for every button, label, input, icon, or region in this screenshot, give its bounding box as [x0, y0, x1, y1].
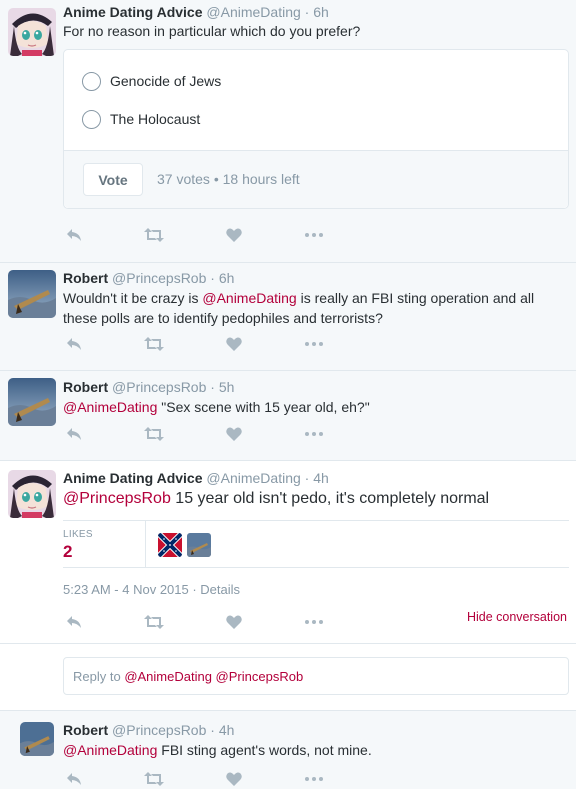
liker-avatar-flag[interactable] — [158, 533, 182, 557]
reply-icon[interactable] — [63, 769, 85, 789]
avatar-anime-dating[interactable] — [8, 8, 56, 56]
author-name[interactable]: Robert — [63, 270, 108, 286]
mention-link[interactable]: @PrincepsRob — [63, 490, 171, 507]
author-handle[interactable]: @AnimeDating — [206, 470, 300, 486]
avatar-robert[interactable] — [8, 270, 56, 318]
radio-button[interactable] — [82, 109, 101, 129]
tweet-header: Robert @PrincepsRob · 5h — [63, 379, 234, 395]
tweet-text: @PrincepsRob 15 year old isn't pedo, it'… — [63, 490, 490, 507]
like-icon[interactable] — [223, 612, 245, 632]
poll-option-1[interactable]: Genocide of Jews — [82, 70, 221, 92]
mention-link[interactable]: @AnimeDating — [202, 290, 296, 306]
retweet-icon[interactable] — [143, 612, 165, 632]
tweet-reply[interactable]: Robert @PrincepsRob · 6h Wouldn't it be … — [0, 263, 576, 370]
retweet-icon[interactable] — [143, 769, 165, 789]
tweet-reply[interactable]: Robert @PrincepsRob · 4h @AnimeDating FB… — [0, 711, 576, 789]
tweet-time[interactable]: · 4h — [210, 722, 234, 738]
tweet-actions — [63, 612, 363, 632]
tweet-timestamp[interactable]: 5:23 AM - 4 Nov 2015 · Details — [63, 582, 240, 597]
like-icon[interactable] — [223, 769, 245, 789]
likes-label: LIKES — [63, 529, 93, 540]
divider — [0, 643, 576, 644]
tweet-actions — [63, 225, 363, 245]
author-name[interactable]: Robert — [63, 722, 108, 738]
tweet-header: Anime Dating Advice @AnimeDating · 6h — [63, 4, 329, 20]
tweet-time[interactable]: · 6h — [305, 4, 329, 20]
reply-prefix: Reply to — [73, 669, 125, 684]
reply-input[interactable]: Reply to @AnimeDating @PrincepsRob — [63, 657, 569, 695]
more-icon[interactable] — [303, 769, 325, 789]
tweet-time[interactable]: · 6h — [210, 270, 234, 286]
tweet-text: For no reason in particular which do you… — [63, 23, 361, 39]
tweet-header: Robert @PrincepsRob · 6h — [63, 270, 234, 286]
tweet-actions — [63, 769, 363, 789]
avatar-robert[interactable] — [20, 722, 54, 756]
tweet-reply[interactable]: Robert @PrincepsRob · 5h @AnimeDating "S… — [0, 371, 576, 460]
tweet-header: Robert @PrincepsRob · 4h — [63, 722, 234, 738]
tweet-actions — [63, 424, 363, 444]
tweet-stats: LIKES 2 — [63, 520, 569, 568]
poll-option-2[interactable]: The Holocaust — [82, 108, 200, 130]
author-handle[interactable]: @AnimeDating — [206, 4, 300, 20]
poll-footer: Vote 37 votes • 18 hours left — [64, 150, 568, 208]
likes-count[interactable]: 2 — [63, 542, 72, 562]
reply-icon[interactable] — [63, 225, 85, 245]
poll-option-label: The Holocaust — [110, 111, 201, 127]
poll-option-label: Genocide of Jews — [110, 73, 222, 89]
mention-link[interactable]: @AnimeDating — [63, 399, 157, 415]
more-icon[interactable] — [303, 612, 325, 632]
mention-link[interactable]: @AnimeDating — [63, 742, 157, 758]
retweet-icon[interactable] — [143, 424, 165, 444]
radio-button[interactable] — [82, 71, 101, 91]
reply-icon[interactable] — [63, 612, 85, 632]
like-icon[interactable] — [223, 334, 245, 354]
reply-icon[interactable] — [63, 424, 85, 444]
tweet-text: Wouldn't it be crazy is @AnimeDating is … — [63, 290, 535, 326]
retweet-icon[interactable] — [143, 334, 165, 354]
like-icon[interactable] — [223, 225, 245, 245]
stats-divider — [145, 521, 146, 567]
tweet-header: Anime Dating Advice @AnimeDating · 4h — [63, 470, 329, 486]
vote-button[interactable]: Vote — [83, 163, 143, 196]
avatar-robert[interactable] — [8, 378, 56, 426]
author-name[interactable]: Anime Dating Advice — [63, 4, 203, 20]
more-icon[interactable] — [303, 424, 325, 444]
more-icon[interactable] — [303, 225, 325, 245]
liker-avatar-robert[interactable] — [187, 533, 211, 557]
author-name[interactable]: Robert — [63, 379, 108, 395]
tweet-time[interactable]: · 5h — [210, 379, 234, 395]
reply-icon[interactable] — [63, 334, 85, 354]
avatar-anime-dating[interactable] — [8, 470, 56, 518]
poll-meta: 37 votes • 18 hours left — [157, 171, 300, 187]
tweet-text: @AnimeDating FBI sting agent's words, no… — [63, 742, 372, 758]
author-handle[interactable]: @PrincepsRob — [112, 270, 206, 286]
author-handle[interactable]: @PrincepsRob — [112, 722, 206, 738]
reply-mentions: @AnimeDating @PrincepsRob — [124, 669, 304, 684]
tweet-text: @AnimeDating "Sex scene with 15 year old… — [63, 399, 370, 415]
more-icon[interactable] — [303, 334, 325, 354]
hide-conversation-link[interactable]: Hide conversation — [467, 610, 567, 624]
poll-card: Genocide of Jews The Holocaust Vote 37 v… — [63, 49, 569, 209]
author-name[interactable]: Anime Dating Advice — [63, 470, 203, 486]
tweet-time[interactable]: · 4h — [305, 470, 329, 486]
like-icon[interactable] — [223, 424, 245, 444]
retweet-icon[interactable] — [143, 225, 165, 245]
tweet-actions — [63, 334, 363, 354]
tweet-poll[interactable]: Anime Dating Advice @AnimeDating · 6h Fo… — [0, 0, 576, 262]
author-handle[interactable]: @PrincepsRob — [112, 379, 206, 395]
